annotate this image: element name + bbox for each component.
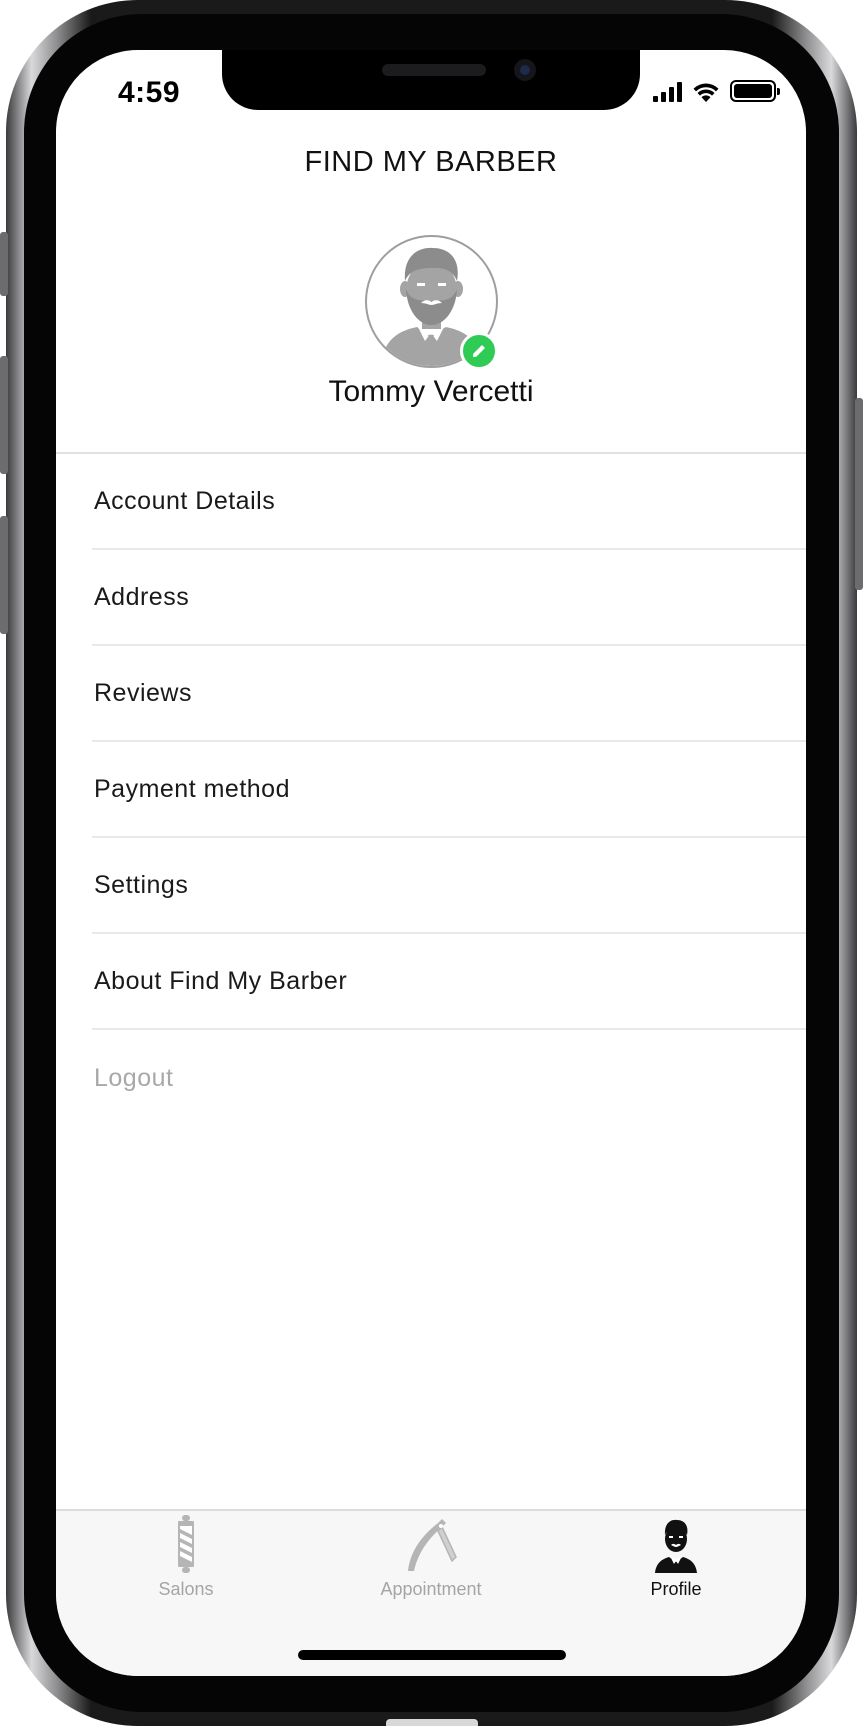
menu-item-settings[interactable]: Settings [92,838,806,934]
menu-item-label: Settings [94,870,189,899]
profile-menu: Account Details Address Reviews Payment … [56,454,806,1126]
menu-item-payment-method[interactable]: Payment method [92,742,806,838]
straight-razor-icon [408,1519,457,1571]
pencil-icon [473,345,485,357]
power-button [855,398,863,590]
tab-label: Profile [650,1579,702,1599]
tab-label: Appointment [380,1579,482,1599]
battery-icon [730,80,780,102]
tab-salons[interactable]: Salons [126,1511,246,1611]
silent-switch [0,232,8,296]
menu-item-about[interactable]: About Find My Barber [92,934,806,1030]
home-indicator[interactable] [298,1650,566,1660]
menu-item-label: Reviews [94,678,192,707]
tab-label: Salons [158,1579,214,1599]
menu-item-reviews[interactable]: Reviews [92,646,806,742]
status-time: 4:59 [118,76,181,109]
menu-item-label: Account Details [94,486,276,515]
notch [222,50,640,110]
status-icons [653,80,780,102]
tab-appointment[interactable]: Appointment [356,1511,506,1611]
speaker-grille [382,64,486,76]
screen: 4:59 FIND MY BARBER Tommy Vercetti Accou… [56,50,806,1676]
menu-item-account-details[interactable]: Account Details [92,454,806,550]
barber-pole-icon [178,1515,194,1573]
wifi-icon [693,83,719,102]
volume-down-button [0,516,8,634]
edit-avatar-button[interactable] [460,332,498,370]
logout-button[interactable]: Logout [92,1030,806,1126]
menu-item-address[interactable]: Address [92,550,806,646]
tab-profile[interactable]: Profile [616,1511,736,1611]
front-camera-icon [514,59,536,81]
volume-up-button [0,356,8,474]
menu-item-label: Address [94,582,190,611]
cellular-signal-icon [653,82,682,102]
page-title: FIND MY BARBER [304,146,558,178]
user-name: Tommy Vercetti [328,375,534,408]
menu-item-label: About Find My Barber [94,966,348,995]
menu-item-label: Payment method [94,774,290,803]
phone-bottom-port [386,1719,478,1726]
menu-item-label: Logout [94,1063,174,1092]
bearded-man-icon [655,1519,697,1573]
